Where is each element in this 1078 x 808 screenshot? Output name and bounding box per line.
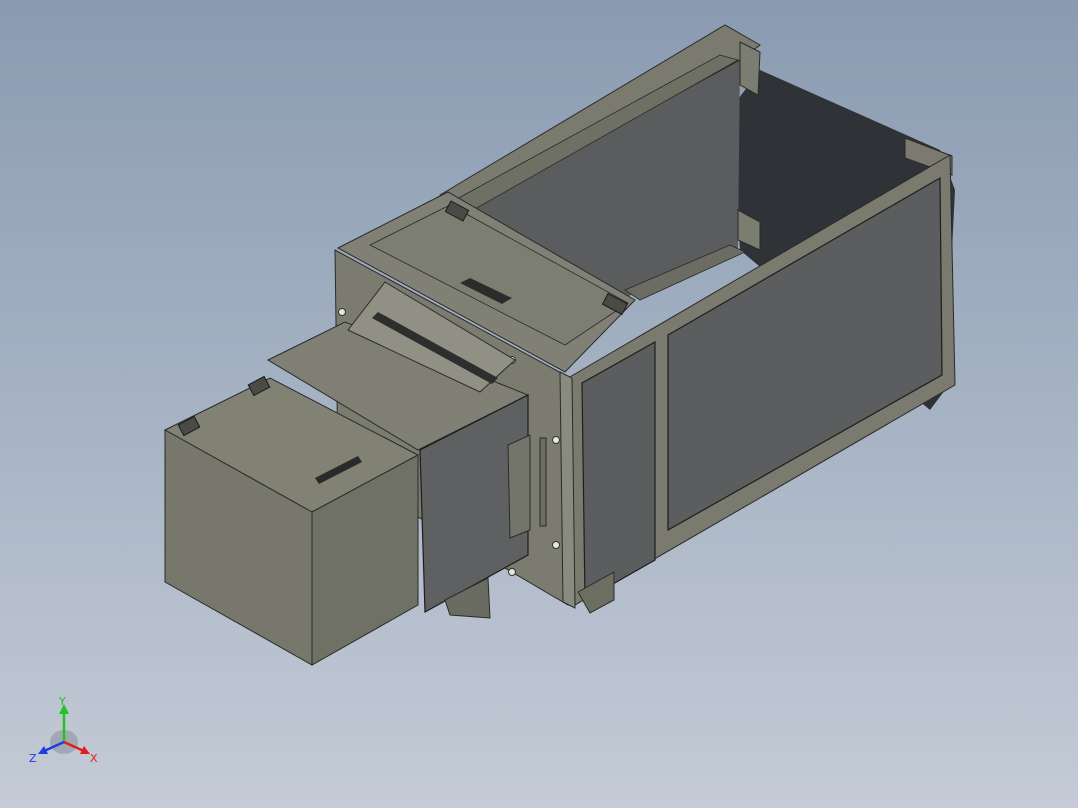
bolt-hole (338, 308, 346, 316)
bolt-hole (552, 541, 560, 549)
cad-viewport[interactable]: Y X Z (0, 0, 1078, 808)
bolt-hole (508, 568, 516, 576)
frame-right-panel-small (581, 340, 656, 602)
enclosure-model[interactable] (0, 0, 1078, 808)
duct-flange-rail (507, 434, 531, 539)
triad-x-label: X (90, 752, 98, 765)
axis-triad[interactable]: Y X Z (28, 696, 104, 768)
triad-y-label: Y (58, 696, 66, 708)
housing-front-edge (559, 371, 576, 609)
triad-z-label: Z (29, 752, 37, 765)
bolt-hole (552, 436, 560, 444)
frame-back-post (739, 41, 761, 96)
duct-slot-bar (539, 437, 547, 527)
